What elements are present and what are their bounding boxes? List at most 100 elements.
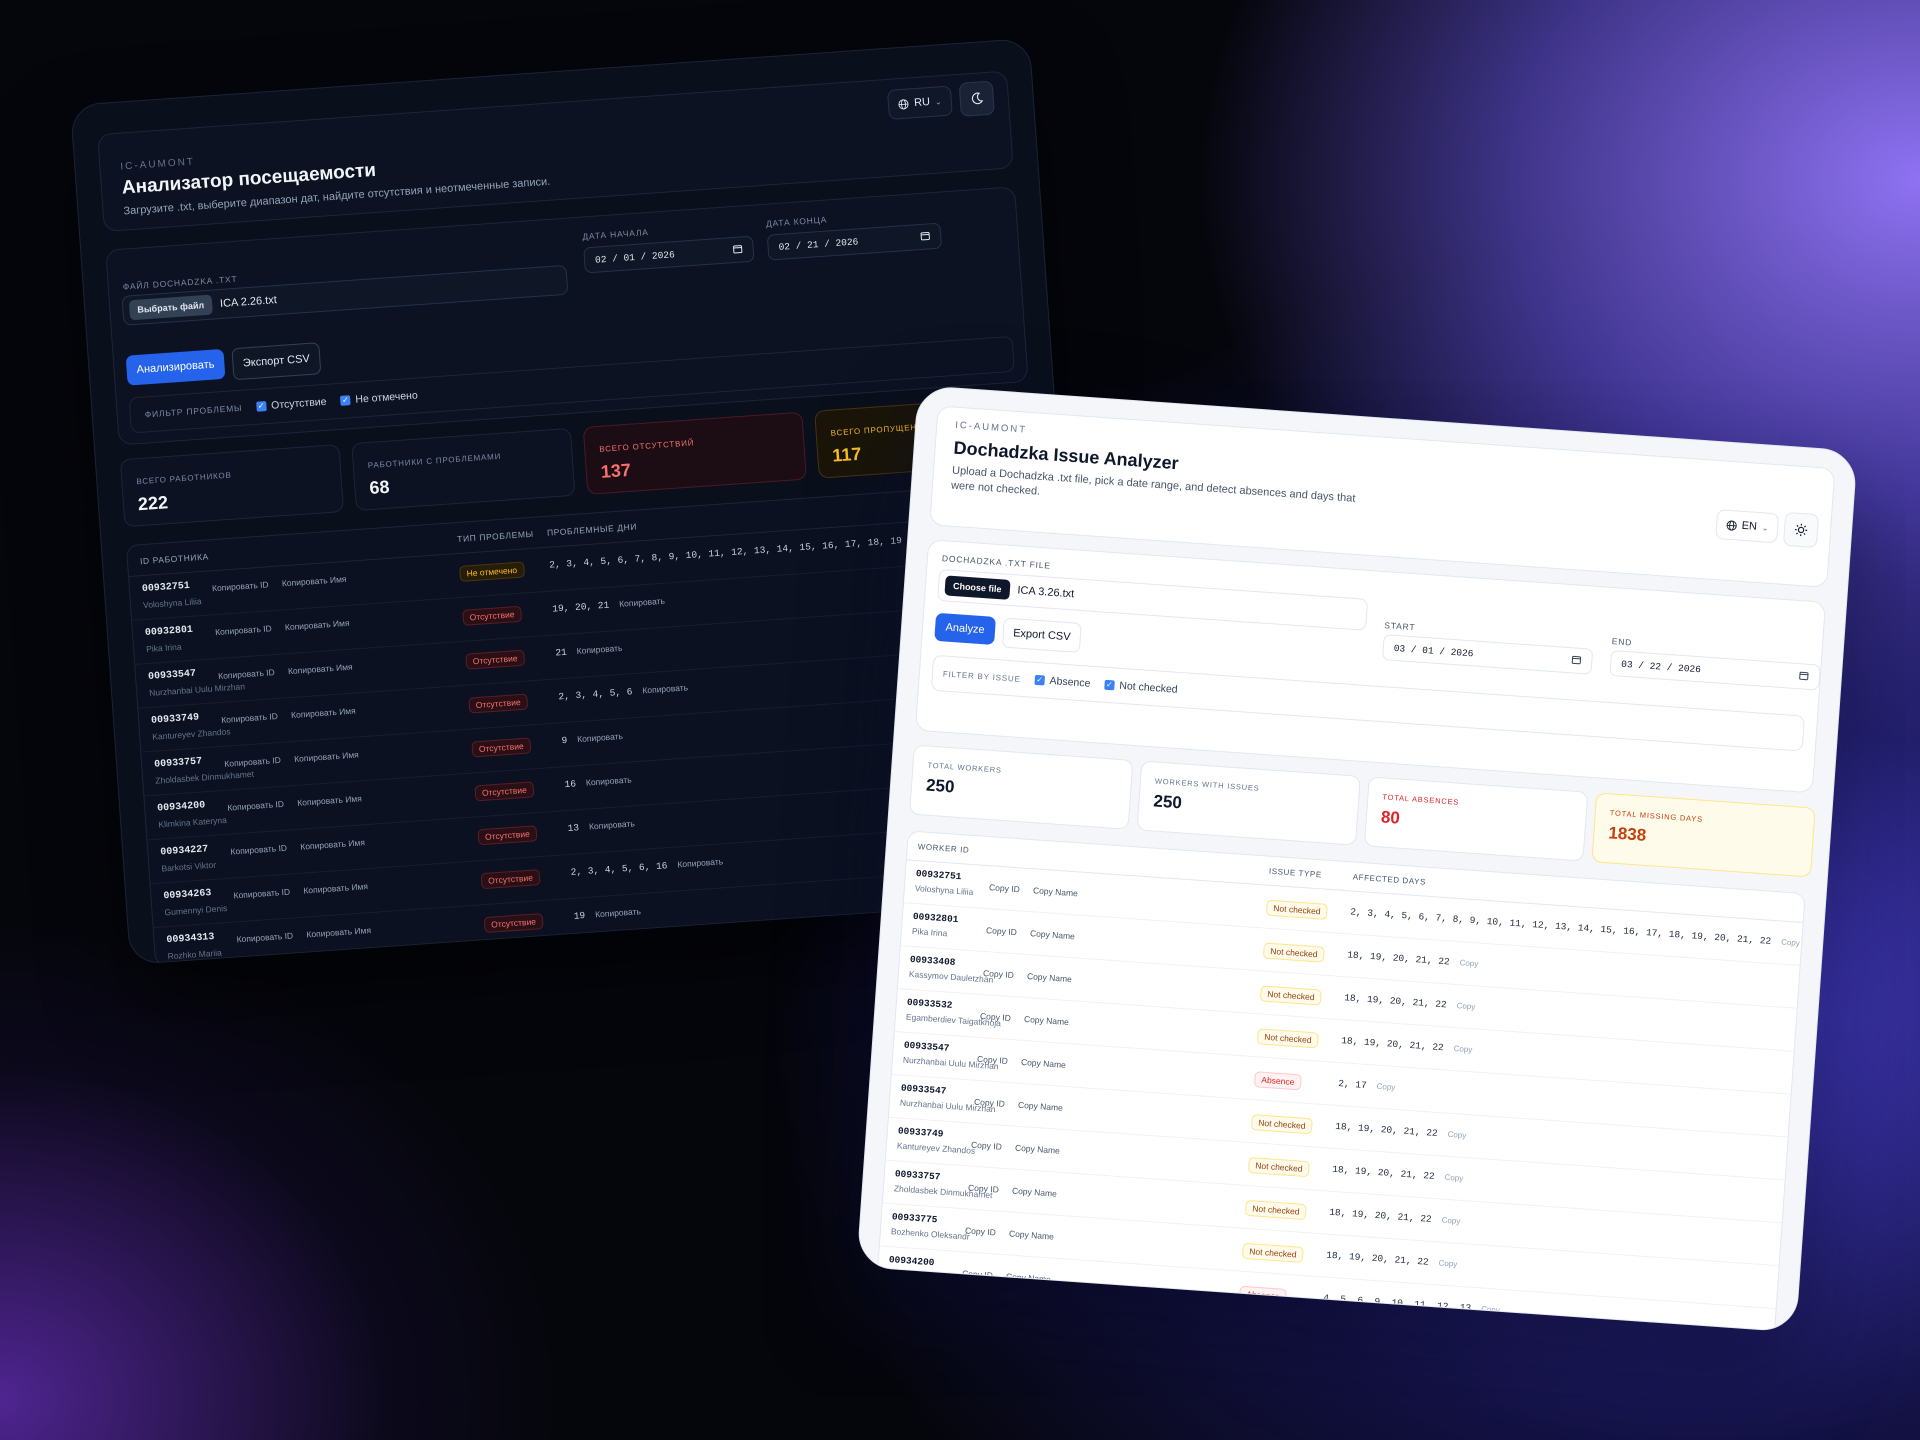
end-date-input[interactable]: 02 / 21 / 2026 [766,222,943,261]
language-select[interactable]: RU ⌄ [886,85,953,120]
sun-icon [1794,523,1808,537]
export-csv-button[interactable]: Export CSV [1001,617,1082,653]
issue-type-badge: Отсутствие [480,869,541,890]
checkmark-icon: ✓ [1034,674,1045,686]
filter-unmarked-checkbox[interactable]: ✓ Не отмечено [340,389,418,406]
theme-toggle-button[interactable] [958,80,995,117]
copy-id-button[interactable]: Copy ID [968,1182,999,1194]
copy-days-button[interactable]: Copy [1376,1082,1395,1092]
choose-file-button[interactable]: Выбрать файл [128,294,213,321]
copy-id-button[interactable]: Копировать ID [233,887,290,901]
copy-id-button[interactable]: Copy ID [974,1097,1005,1109]
copy-name-button[interactable]: Copy Name [1030,928,1075,941]
copy-name-button[interactable]: Копировать Имя [288,662,353,676]
issue-type-badge: Отсутствие [483,913,544,934]
copy-id-button[interactable]: Copy ID [989,882,1020,894]
worker-name: Gumennyi Denis [164,902,228,918]
copy-id-button[interactable]: Копировать ID [212,579,269,593]
copy-days-button[interactable]: Копировать [595,906,641,919]
copy-name-button[interactable]: Copy Name [1027,971,1072,984]
copy-days-button[interactable]: Copy [1456,1001,1475,1011]
copy-name-button[interactable]: Copy Name [1021,1057,1066,1070]
copy-id-button[interactable]: Копировать ID [218,667,275,681]
copy-id-button[interactable]: Copy ID [983,968,1014,980]
copy-id-button[interactable]: Копировать ID [236,930,293,944]
copy-id-button[interactable]: Copy ID [962,1268,993,1280]
file-name: ICA 2.26.txt [219,294,278,311]
copy-days-button[interactable]: Copy [1481,1305,1500,1315]
copy-name-button[interactable]: Copy Name [1033,885,1078,898]
copy-name-button[interactable]: Copy Name [1015,1143,1060,1156]
chevron-down-icon: ⌄ [934,96,942,107]
filter-not-checked-checkbox[interactable]: ✓ Not checked [1104,679,1178,696]
affected-days: 13, 14, 15, 16, 17, 18, 19, 20, 21 Копиро… [577,937,827,965]
filter-label: ФИЛЬТР ПРОБЛЕМЫ [144,402,243,420]
copy-name-button[interactable]: Копировать Имя [282,574,347,588]
copy-id-button[interactable]: Копировать ID [221,711,278,725]
analyze-button[interactable]: Анализировать [125,348,226,386]
affected-days: 18, 19, 20, 21, 22 Copy [1347,949,1479,969]
copy-id-button[interactable]: Copy ID [980,1011,1011,1023]
affected-days-value: 13, 14, 15, 16, 17, 18, 19, 20, 21 [576,941,771,965]
copy-id-button[interactable]: Копировать ID [215,623,272,637]
choose-file-button[interactable]: Choose file [944,575,1011,600]
copy-days-button[interactable]: Copy [1781,938,1800,948]
copy-days-button[interactable]: Copy [1453,1044,1472,1054]
copy-id-button[interactable]: Copy ID [965,1225,996,1237]
col-affected-days: ПРОБЛЕМНЫЕ ДНИ [546,521,638,538]
copy-days-button[interactable]: Копировать [586,774,632,787]
calendar-icon [1798,670,1809,684]
copy-days-button[interactable]: Copy [1441,1216,1460,1226]
copy-name-button[interactable]: Копировать Имя [303,881,368,895]
copy-name-button[interactable]: Копировать Имя [294,749,359,763]
affected-days: 2, 3, 4, 5, 6, 16 Копировать [570,856,723,878]
globe-icon [1726,520,1737,531]
end-date-input[interactable]: 03 / 22 / 2026 [1609,650,1821,691]
copy-name-button[interactable]: Copy Name [1006,1271,1051,1284]
copy-days-button[interactable]: Copy [1447,1130,1466,1140]
language-select[interactable]: EN ⌄ [1715,509,1780,544]
copy-days-button[interactable]: Копировать [619,596,665,609]
copy-id-button[interactable]: Copy ID [971,1140,1002,1152]
copy-name-button[interactable]: Copy Name [1009,1228,1054,1241]
file-input[interactable]: Choose file ICA 3.26.txt [936,568,1369,631]
copy-name-button[interactable]: Copy Name [1018,1100,1063,1113]
start-date-input[interactable]: 03 / 01 / 2026 [1381,634,1594,675]
copy-id-button[interactable]: Copy ID [977,1054,1008,1066]
copy-name-button[interactable]: Копировать Имя [291,706,356,720]
copy-days-button[interactable]: Копировать [576,643,622,656]
start-date-input[interactable]: 02 / 01 / 2026 [583,235,755,274]
theme-toggle-button[interactable] [1782,511,1820,549]
copy-name-button[interactable]: Копировать Имя [306,925,371,939]
export-csv-button[interactable]: Экспорт CSV [231,342,322,381]
copy-days-button[interactable]: Copy [1459,958,1478,968]
copy-id-button[interactable]: Копировать ID [230,843,287,857]
copy-days-button[interactable]: Копировать [780,937,826,950]
issues-table: WORKER ID ISSUE TYPE AFFECTED DAYS 00932… [875,830,1806,1333]
copy-days-button[interactable]: Copy [1438,1258,1457,1268]
filter-absence-checkbox[interactable]: ✓ Отсутствие [255,396,327,413]
copy-days-button[interactable]: Копировать [577,731,623,744]
language-value: RU [913,96,931,110]
copy-id-button[interactable]: Copy ID [986,925,1017,937]
copy-id-button[interactable]: Копировать ID [224,755,281,769]
copy-days-button[interactable]: Copy [1444,1173,1463,1183]
copy-days-button[interactable]: Копировать [642,682,688,695]
copy-name-button[interactable]: Копировать Имя [297,793,362,807]
end-date-label: END [1611,636,1633,648]
copy-name-button[interactable]: Copy Name [1024,1014,1069,1027]
brand-label: IC-AUMONT [120,156,196,173]
filter-absence-checkbox[interactable]: ✓ Absence [1034,674,1091,690]
copy-id-button[interactable]: Копировать ID [227,799,284,813]
copy-name-button[interactable]: Копировать Имя [285,618,350,632]
worker-name: Zholdasbek Dinmukhamet [154,768,255,786]
analyze-button[interactable]: Analyze [934,612,997,645]
brand-label: IC-AUMONT [954,419,1028,436]
file-input[interactable]: Выбрать файл ICA 2.26.txt [121,264,569,326]
worker-name: Bozhenko Oleksandr [890,1226,970,1242]
copy-days-button[interactable]: Копировать [677,856,723,869]
copy-days-button[interactable]: Копировать [589,818,635,831]
worker-id: 00932801 [912,910,959,926]
copy-name-button[interactable]: Copy Name [1012,1186,1057,1199]
copy-name-button[interactable]: Копировать Имя [300,837,365,851]
